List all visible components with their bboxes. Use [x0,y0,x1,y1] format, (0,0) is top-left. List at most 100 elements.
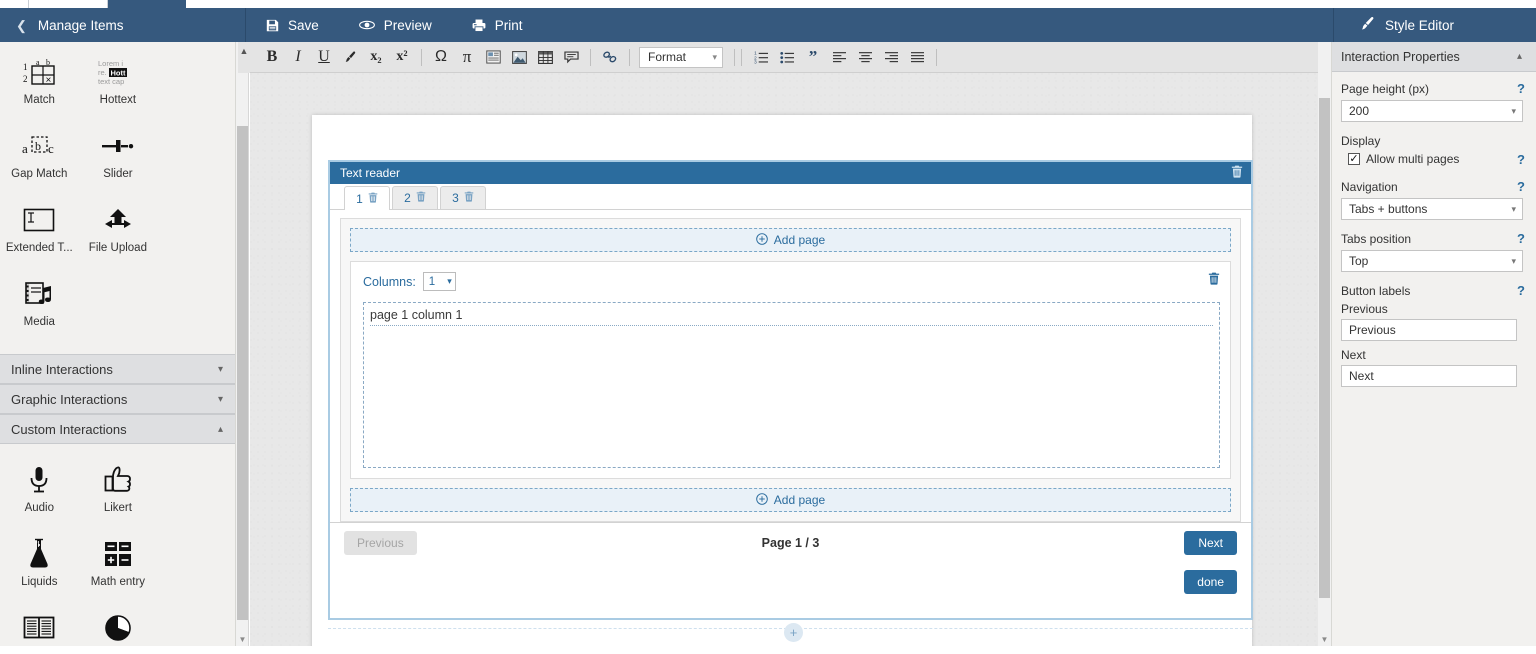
sidebar-item-slider[interactable]: Slider [79,120,158,194]
trash-icon[interactable] [1208,272,1220,290]
style-editor-button[interactable]: Style Editor [1334,8,1536,42]
sidebar-item-liquids[interactable]: Liquids [0,528,79,602]
trash-icon[interactable] [464,191,474,205]
align-justify-icon[interactable] [904,45,930,69]
next-label-input[interactable]: Next [1341,365,1517,387]
extended-text-icon [22,200,56,240]
next-button[interactable]: Next [1184,531,1237,555]
sidebar-item-extended-text[interactable]: Extended T... [0,194,79,268]
sidebar-item-fractions[interactable]: Fractions [79,602,158,646]
text-reader-widget[interactable]: Text reader 1 2 3 [328,160,1253,620]
question-mark-icon[interactable]: ? [1517,283,1525,298]
sidebar-item-label: Liquids [21,576,57,588]
sidebar-item-text-reader[interactable]: Text reader [0,602,79,646]
sidebar-scroll-thumb[interactable] [237,126,248,620]
bold-icon[interactable]: B [259,45,285,69]
link-icon[interactable] [597,45,623,69]
insert-comment-icon[interactable] [558,45,584,69]
sidebar-item-gap-match[interactable]: a b c Gap Match [0,120,79,194]
blockquote-icon[interactable]: ” [800,45,826,69]
interaction-properties-header[interactable]: Interaction Properties ▴ [1332,42,1536,72]
chevron-left-icon: ❮ [16,19,27,32]
question-mark-icon[interactable]: ? [1517,179,1525,194]
column-text-editor[interactable]: page 1 column 1 [363,302,1220,468]
remove-format-icon[interactable] [337,45,363,69]
chevron-down-icon: ▾ [218,394,223,405]
allow-multi-pages-checkbox[interactable]: ✓ Allow multi pages [1341,152,1527,166]
align-center-icon[interactable] [852,45,878,69]
printer-icon [472,19,486,32]
sidebar-item-label: Extended T... [6,242,73,254]
done-button[interactable]: done [1184,570,1237,594]
toolbar-collapse-arrow-icon[interactable]: ▲ [238,42,250,73]
save-button[interactable]: Save [246,8,339,42]
page-tab-2[interactable]: 2 [392,186,438,209]
format-dropdown[interactable]: Format ▾ [639,47,723,68]
sidebar-item-math-entry[interactable]: Math entry [79,528,158,602]
trash-icon[interactable] [368,192,378,206]
math-formula-icon[interactable]: π [454,45,480,69]
scroll-down-arrow-icon[interactable]: ▼ [1318,632,1331,646]
print-button[interactable]: Print [452,8,543,42]
svg-text:text cap: text cap [98,77,124,86]
sidebar-item-likert[interactable]: Likert [79,454,158,528]
sidebar-scrollbar[interactable]: ▲ ▼ [236,42,249,646]
sidebar-item-label: Audio [25,502,54,514]
italic-icon[interactable]: I [285,45,311,69]
sidebar-item-audio[interactable]: Audio [0,454,79,528]
superscript-icon[interactable]: x² [389,45,415,69]
plus-circle-icon[interactable]: + [784,623,803,642]
insert-media-icon[interactable] [480,45,506,69]
trash-icon[interactable] [416,191,426,205]
bulleted-list-icon[interactable] [774,45,800,69]
special-character-icon[interactable]: Ω [428,45,454,69]
insert-image-icon[interactable] [506,45,532,69]
page-tab-3[interactable]: 3 [440,186,486,209]
canvas-scrollbar[interactable]: ▼ [1318,42,1331,646]
add-page-bottom-button[interactable]: Add page [350,488,1231,512]
insert-table-icon[interactable] [532,45,558,69]
sidebar-section-graphic-interactions[interactable]: Graphic Interactions ▾ [0,384,235,414]
add-page-top-button[interactable]: Add page [350,228,1231,252]
question-mark-icon[interactable]: ? [1517,152,1525,167]
inactive-tab[interactable] [28,0,108,8]
columns-select[interactable]: 1 ▾ [423,272,456,291]
page-navigation-bar: Previous Page 1 / 3 Next [330,522,1251,563]
sidebar-section-inline-interactions[interactable]: Inline Interactions ▾ [0,354,235,384]
canvas-scroll-thumb[interactable] [1319,98,1330,598]
numbered-list-icon[interactable]: 123 [748,45,774,69]
sidebar-item-label: File Upload [89,242,147,254]
navigation-row: Navigation ? Tabs + buttons ▾ [1341,180,1527,220]
page-tab-1[interactable]: 1 [344,186,390,210]
trash-icon[interactable] [1231,165,1243,181]
tabs-position-value: Top [1349,254,1368,268]
page-height-select[interactable]: 200 ▾ [1341,100,1523,122]
tabs-position-select[interactable]: Top ▾ [1341,250,1523,272]
scroll-down-arrow-icon[interactable]: ▼ [236,632,249,646]
toolbar-separator [590,49,591,66]
subscript-icon[interactable]: x₂ [363,45,389,69]
sidebar-section-custom-interactions[interactable]: Custom Interactions ▴ [0,414,235,444]
navigation-select[interactable]: Tabs + buttons ▾ [1341,198,1523,220]
columns-control: Columns: 1 ▾ [363,272,1220,291]
preview-button[interactable]: Preview [339,8,452,42]
back-to-manage-items[interactable]: ❮ Manage Items [0,8,245,42]
active-tab[interactable] [108,0,186,8]
sidebar-item-media[interactable]: Media [0,268,79,342]
question-mark-icon[interactable]: ? [1517,81,1525,96]
back-label: Manage Items [38,18,124,33]
sidebar-item-match[interactable]: 1 2 a b × Match [0,46,79,120]
underline-icon[interactable]: U [311,45,337,69]
toolbar-separator [421,49,422,66]
previous-label-input[interactable]: Previous [1341,319,1517,341]
toolbar-separator [936,49,937,66]
eye-icon [359,19,375,31]
align-right-icon[interactable] [878,45,904,69]
sidebar-item-file-upload[interactable]: File Upload [79,194,158,268]
sidebar-item-label: Gap Match [11,168,67,180]
page-tab-label: 3 [452,191,459,205]
align-left-icon[interactable] [826,45,852,69]
question-mark-icon[interactable]: ? [1517,231,1525,246]
column-text-value: page 1 column 1 [370,308,1213,326]
sidebar-item-hottext[interactable]: Lorem i re. Hott text cap Hottext [79,46,158,120]
